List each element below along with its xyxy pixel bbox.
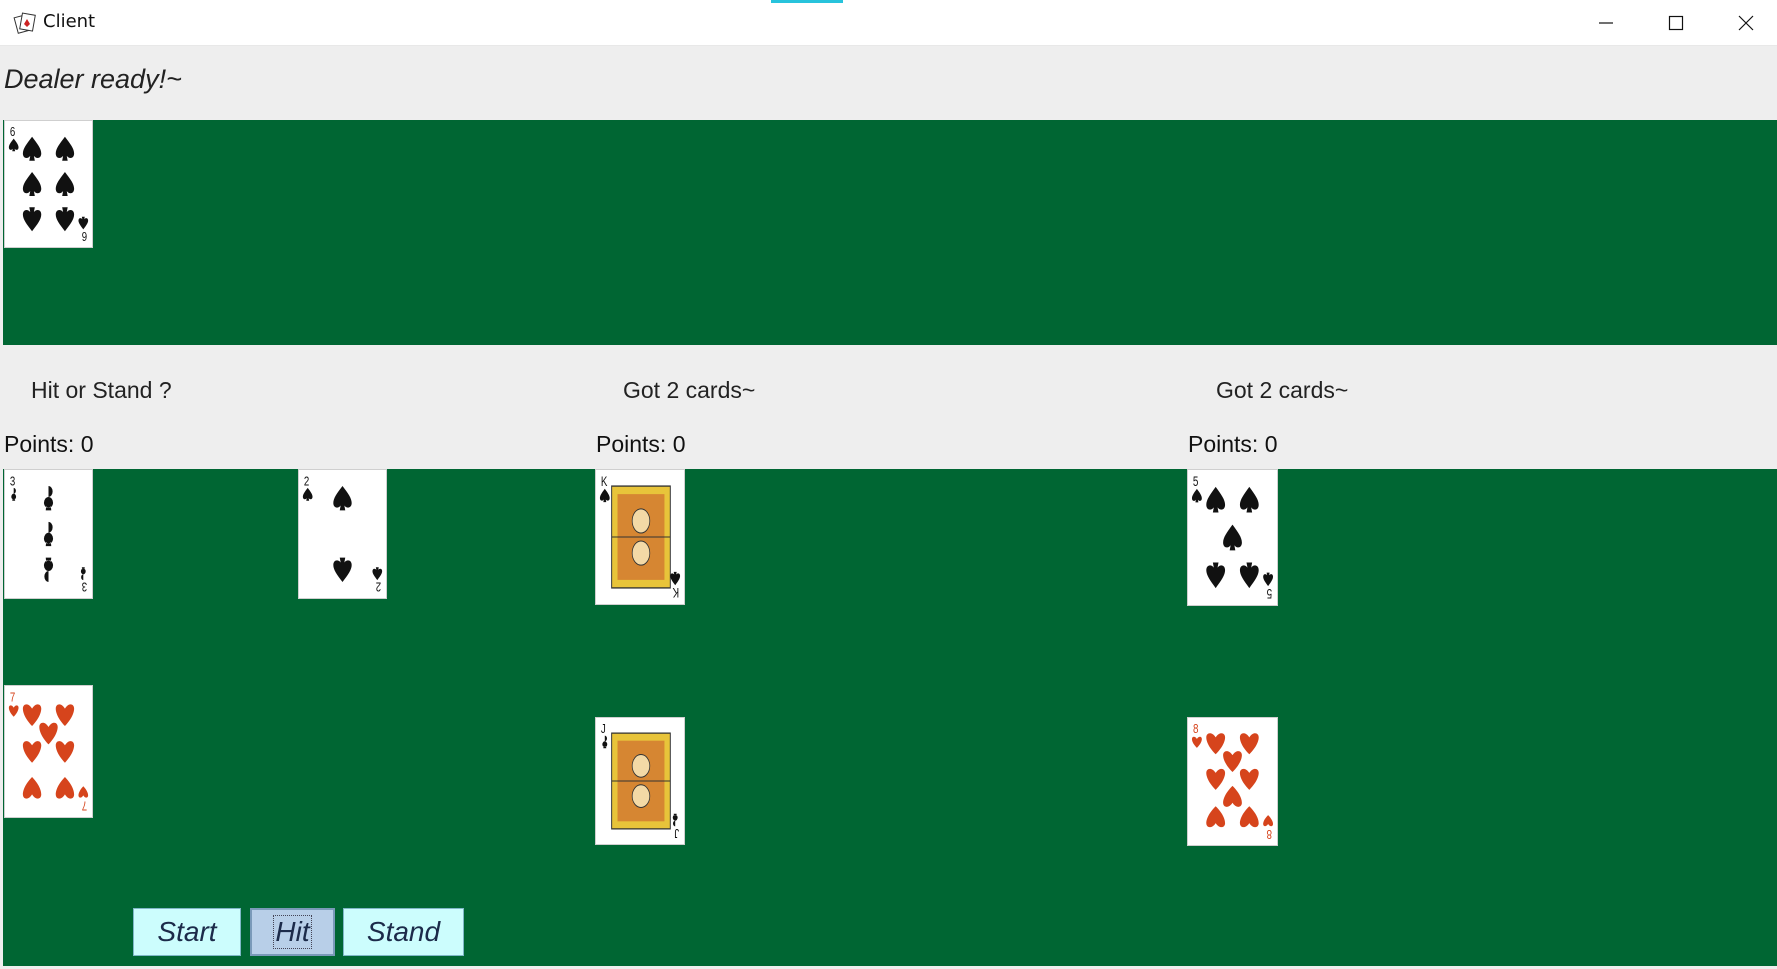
- svg-text:6: 6: [82, 229, 87, 242]
- card-face: 22: [302, 475, 383, 593]
- player-1-card-1: 33: [4, 469, 93, 599]
- player-2-points: Points: 0: [596, 431, 686, 457]
- svg-text:3: 3: [10, 475, 15, 489]
- player-2-card-1: KK: [595, 469, 685, 605]
- player-3-message: Got 2 cards~: [1216, 377, 1349, 403]
- minimize-button[interactable]: [1571, 0, 1641, 45]
- player-3-card-1: 55: [1187, 469, 1278, 606]
- svg-text:8: 8: [1193, 723, 1198, 736]
- player-1-message: Hit or Stand ?: [31, 377, 172, 403]
- stand-button[interactable]: Stand: [343, 908, 464, 956]
- close-button[interactable]: [1711, 0, 1777, 45]
- player-1-points: Points: 0: [4, 431, 94, 457]
- card-face: 55: [1191, 474, 1274, 601]
- player-1-card-3: 77: [4, 685, 93, 818]
- svg-text:7: 7: [10, 691, 15, 705]
- card-face: 33: [10, 475, 87, 593]
- svg-text:6: 6: [10, 126, 15, 139]
- card-face: 88: [1191, 723, 1274, 840]
- player-1-card-2: 22: [298, 469, 387, 599]
- svg-text:8: 8: [1267, 826, 1272, 839]
- dealer-status-label: Dealer ready!~: [4, 64, 182, 94]
- card-face: 77: [8, 691, 89, 812]
- players-table: [3, 469, 1777, 966]
- svg-text:3: 3: [82, 579, 87, 593]
- title-bar-accent: [771, 0, 843, 3]
- svg-text:K: K: [601, 475, 608, 490]
- card-face: KK: [599, 475, 681, 599]
- title-bar[interactable]: Client: [0, 0, 1777, 46]
- player-2-message: Got 2 cards~: [623, 377, 756, 403]
- svg-text:2: 2: [376, 579, 381, 593]
- maximize-icon: [1668, 15, 1684, 31]
- svg-text:2: 2: [304, 475, 309, 489]
- maximize-button[interactable]: [1641, 0, 1711, 45]
- svg-text:J: J: [674, 826, 679, 839]
- window-title: Client: [43, 11, 96, 32]
- dealer-card-1: 66: [4, 120, 93, 248]
- svg-text:K: K: [672, 584, 679, 599]
- hit-button-label: Hit: [273, 915, 312, 949]
- close-icon: [1738, 15, 1754, 31]
- app-icon: [13, 10, 37, 34]
- svg-text:5: 5: [1266, 585, 1272, 601]
- player-2-card-2: JJ: [595, 717, 685, 845]
- minimize-icon: [1598, 15, 1614, 31]
- svg-text:5: 5: [1193, 474, 1199, 490]
- start-button[interactable]: Start: [133, 908, 241, 956]
- hit-button[interactable]: Hit: [250, 908, 335, 956]
- card-face: JJ: [601, 723, 679, 839]
- svg-text:7: 7: [82, 798, 87, 812]
- dealer-table: [3, 120, 1777, 345]
- player-3-points: Points: 0: [1188, 431, 1278, 457]
- svg-text:J: J: [601, 723, 606, 736]
- player-3-card-2: 88: [1187, 717, 1278, 846]
- card-face: 66: [8, 126, 89, 242]
